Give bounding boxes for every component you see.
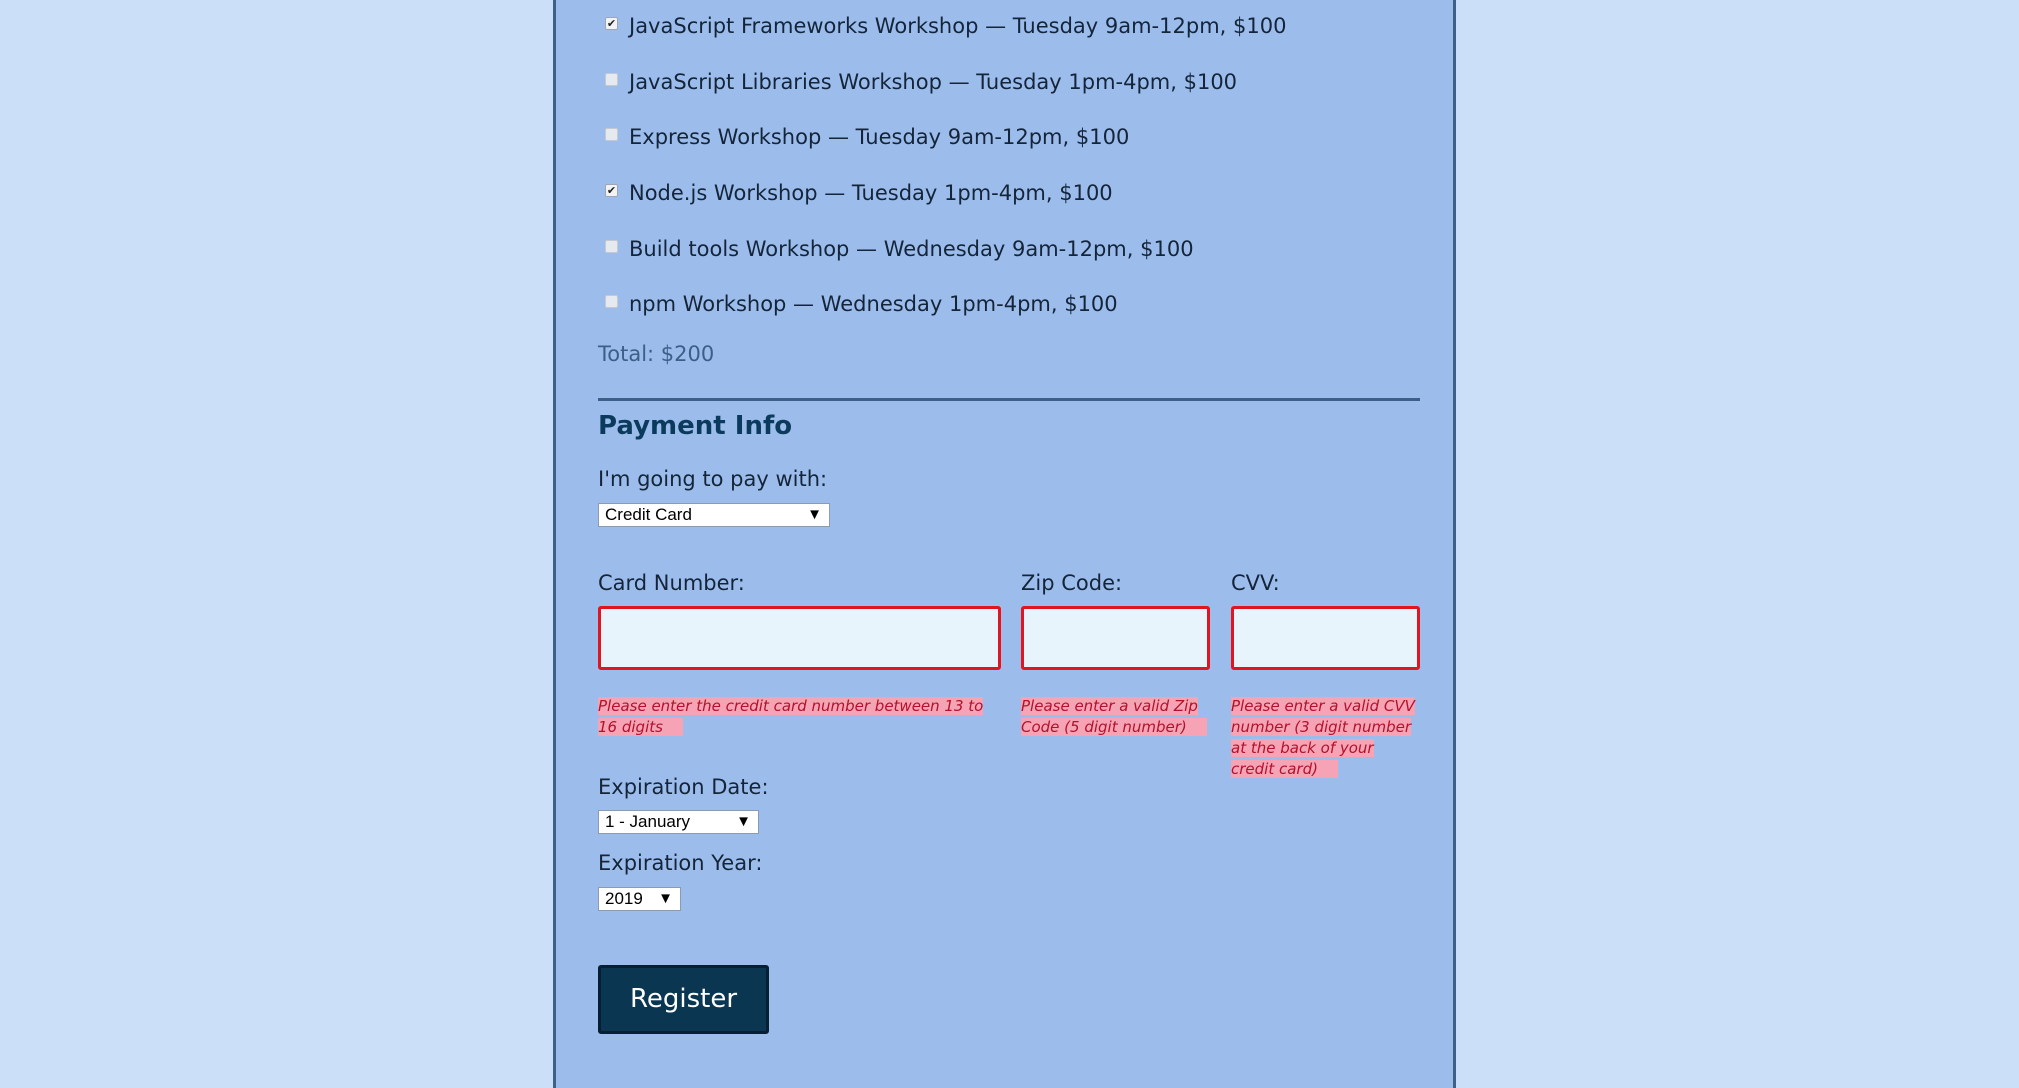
cvv-input[interactable] — [1231, 606, 1420, 670]
activity-label: npm Workshop — Wednesday 1pm-4pm, $100 — [629, 292, 1118, 316]
card-number-input[interactable] — [598, 606, 1001, 670]
activities-total: Total: $200 — [598, 342, 715, 366]
expiration-date-label: Expiration Date: — [598, 775, 769, 799]
payment-method-value: Credit Card — [605, 505, 692, 524]
zip-code-label: Zip Code: — [1021, 571, 1123, 595]
cvv-error-text: Please enter a valid CVV number (3 digit… — [1231, 697, 1415, 778]
activity-item[interactable]: ✔ Node.js Workshop — Tuesday 1pm-4pm, $1… — [598, 178, 1113, 208]
activity-item[interactable]: Build tools Workshop — Wednesday 9am-12p… — [598, 234, 1194, 264]
card-number-label: Card Number: — [598, 571, 745, 595]
zip-code-error: Please enter a valid Zip Code (5 digit n… — [1021, 696, 1210, 738]
register-button[interactable]: Register — [598, 965, 769, 1034]
section-divider — [598, 398, 1420, 401]
dropdown-arrow-icon: ▼ — [736, 813, 751, 830]
zip-code-error-text: Please enter a valid Zip Code (5 digit n… — [1021, 697, 1207, 736]
expiration-month-value: 1 - January — [605, 812, 691, 831]
expiration-year-value: 2019 — [605, 889, 643, 908]
cvv-label: CVV: — [1231, 571, 1280, 595]
activity-label: JavaScript Libraries Workshop — Tuesday … — [629, 70, 1238, 94]
expiration-year-select[interactable]: 2019 ▼ — [598, 887, 681, 911]
activity-label: Node.js Workshop — Tuesday 1pm-4pm, $100 — [629, 181, 1113, 205]
expiration-year-label: Expiration Year: — [598, 851, 763, 875]
cvv-error: Please enter a valid CVV number (3 digit… — [1231, 696, 1420, 780]
card-number-error: Please enter the credit card number betw… — [598, 696, 1001, 738]
activity-label: JavaScript Frameworks Workshop — Tuesday… — [629, 14, 1287, 38]
activity-item[interactable]: Express Workshop — Tuesday 9am-12pm, $10… — [598, 122, 1129, 152]
activity-checkbox[interactable] — [605, 72, 618, 86]
form-container: ✔ JavaScript Frameworks Workshop — Tuesd… — [553, 0, 1456, 1088]
activity-item[interactable]: JavaScript Libraries Workshop — Tuesday … — [598, 67, 1237, 97]
activity-checkbox[interactable]: ✔ — [605, 16, 618, 30]
activity-checkbox[interactable] — [605, 294, 618, 308]
payment-method-select[interactable]: Credit Card ▼ — [598, 503, 830, 527]
dropdown-arrow-icon: ▼ — [658, 890, 673, 907]
activity-checkbox[interactable] — [605, 127, 618, 141]
expiration-month-select[interactable]: 1 - January ▼ — [598, 810, 759, 834]
payment-section-title: Payment Info — [598, 411, 793, 441]
activity-item[interactable]: npm Workshop — Wednesday 1pm-4pm, $100 — [598, 289, 1118, 319]
activity-checkbox[interactable]: ✔ — [605, 183, 618, 197]
zip-code-input[interactable] — [1021, 606, 1210, 670]
dropdown-arrow-icon: ▼ — [807, 506, 822, 523]
activity-checkbox[interactable] — [605, 239, 618, 253]
card-number-error-text: Please enter the credit card number betw… — [598, 697, 984, 736]
pay-with-label: I'm going to pay with: — [598, 467, 828, 491]
activity-item[interactable]: ✔ JavaScript Frameworks Workshop — Tuesd… — [598, 11, 1286, 41]
activity-label: Build tools Workshop — Wednesday 9am-12p… — [629, 237, 1194, 261]
activity-label: Express Workshop — Tuesday 9am-12pm, $10… — [629, 125, 1130, 149]
